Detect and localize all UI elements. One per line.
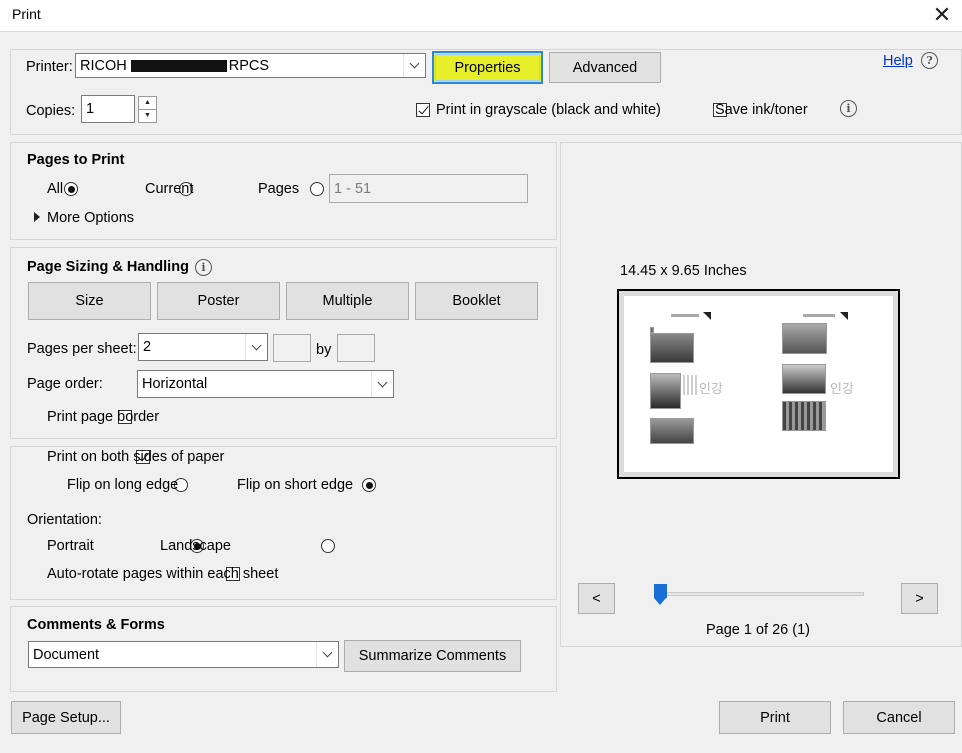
page-setup-button[interactable]: Page Setup... <box>11 701 121 734</box>
printer-label: Printer: <box>26 59 73 75</box>
stepper-up-icon[interactable]: ▲ <box>139 97 156 110</box>
help-link[interactable]: Help <box>883 53 913 69</box>
current-label: Current <box>145 181 194 197</box>
printer-name-redaction <box>130 59 227 72</box>
header-text-right <box>803 314 835 317</box>
advanced-button[interactable]: Advanced <box>549 52 661 83</box>
next-page-button[interactable]: > <box>901 583 938 614</box>
auto-rotate-label: Auto-rotate pages within each sheet <box>47 566 279 582</box>
grayscale-checkbox[interactable] <box>416 103 430 117</box>
portrait-label: Portrait <box>47 538 94 554</box>
corner-mark-icon <box>840 312 848 320</box>
pages-per-sheet-value: 2 <box>143 339 152 355</box>
tab-booklet[interactable]: Booklet <box>415 282 538 320</box>
all-label: All <box>47 181 64 197</box>
page-order-label: Page order: <box>27 376 103 392</box>
header-text-left <box>671 314 699 317</box>
landscape-label: Landscape <box>160 538 231 554</box>
preview-sheet: 인강 인강 <box>617 289 900 479</box>
title-bar: Print ✕ <box>0 0 962 31</box>
page-status: Page 1 of 26 (1) <box>706 622 810 638</box>
page-sizing-heading: Page Sizing & Handling <box>27 259 189 275</box>
print-button[interactable]: Print <box>719 701 831 734</box>
tab-poster[interactable]: Poster <box>157 282 280 320</box>
preview-photo <box>650 418 694 444</box>
preview-dimensions: 14.45 x 9.65 Inches <box>620 263 747 279</box>
both-sides-label: Print on both sides of paper <box>47 449 225 465</box>
chevron-down-icon <box>316 642 338 667</box>
cancel-button[interactable]: Cancel <box>843 701 955 734</box>
short-edge-label: Flip on short edge <box>237 477 354 493</box>
by-label: by <box>316 342 332 358</box>
corner-mark-icon <box>703 312 711 320</box>
watermark-text-right: 인강 <box>830 381 854 396</box>
close-icon[interactable]: ✕ <box>924 0 960 31</box>
sizing-info-icon[interactable]: i <box>195 259 212 276</box>
expand-triangle-icon[interactable] <box>34 212 40 222</box>
pages-range-input[interactable]: 1 - 51 <box>329 174 528 203</box>
long-edge-label: Flip on long edge <box>67 477 179 493</box>
pages-rows-input[interactable] <box>337 334 375 362</box>
tab-multiple[interactable]: Multiple <box>286 282 409 320</box>
more-options-label[interactable]: More Options <box>47 210 134 226</box>
watermark-bars <box>683 375 697 395</box>
comments-value: Document <box>33 646 100 663</box>
chevron-down-icon <box>403 54 425 77</box>
page-order-value: Horizontal <box>142 376 208 392</box>
window-title: Print <box>12 6 41 22</box>
stepper-down-icon[interactable]: ▼ <box>139 110 156 123</box>
copies-label: Copies: <box>26 103 76 119</box>
pages-to-print-heading: Pages to Print <box>27 152 125 168</box>
preview-photo <box>650 333 694 363</box>
print-border-label: Print page border <box>47 409 160 425</box>
pages-per-sheet-label: Pages per sheet: <box>27 341 137 357</box>
all-radio[interactable] <box>64 182 79 196</box>
preview-photo <box>782 364 826 394</box>
grayscale-label: Print in grayscale (black and white) <box>436 102 661 118</box>
printer-name-suffix: RPCS <box>228 57 270 74</box>
save-ink-label: Save ink/toner <box>715 102 808 118</box>
preview-photo <box>782 401 826 431</box>
chevron-down-icon <box>245 334 267 360</box>
pages-per-sheet-select[interactable]: 2 <box>138 333 268 361</box>
printer-select[interactable]: RICOH RPCS <box>75 53 426 78</box>
page-slider-track[interactable] <box>660 592 864 596</box>
printer-name-prefix: RICOH <box>80 57 127 74</box>
pages-columns-input[interactable] <box>273 334 311 362</box>
preview-photo <box>650 373 681 409</box>
copies-input[interactable]: 1 <box>81 95 135 123</box>
info-icon[interactable]: i <box>840 100 857 117</box>
watermark-text-left: 인강 <box>699 381 723 396</box>
page-slider-thumb[interactable] <box>654 584 667 605</box>
properties-button[interactable]: Properties <box>432 51 543 84</box>
preview-photo <box>782 323 827 354</box>
summarize-comments-button[interactable]: Summarize Comments <box>344 640 521 672</box>
prev-page-button[interactable]: < <box>578 583 615 614</box>
tab-size[interactable]: Size <box>28 282 151 320</box>
pages-label: Pages <box>258 181 300 197</box>
orientation-label: Orientation: <box>27 512 102 528</box>
help-icon[interactable]: ? <box>921 52 938 69</box>
comments-heading: Comments & Forms <box>27 617 165 633</box>
copies-stepper[interactable]: ▲ ▼ <box>138 96 157 123</box>
comments-select[interactable]: Document <box>28 641 339 668</box>
page-order-select[interactable]: Horizontal <box>137 370 394 398</box>
chevron-down-icon <box>371 371 393 397</box>
